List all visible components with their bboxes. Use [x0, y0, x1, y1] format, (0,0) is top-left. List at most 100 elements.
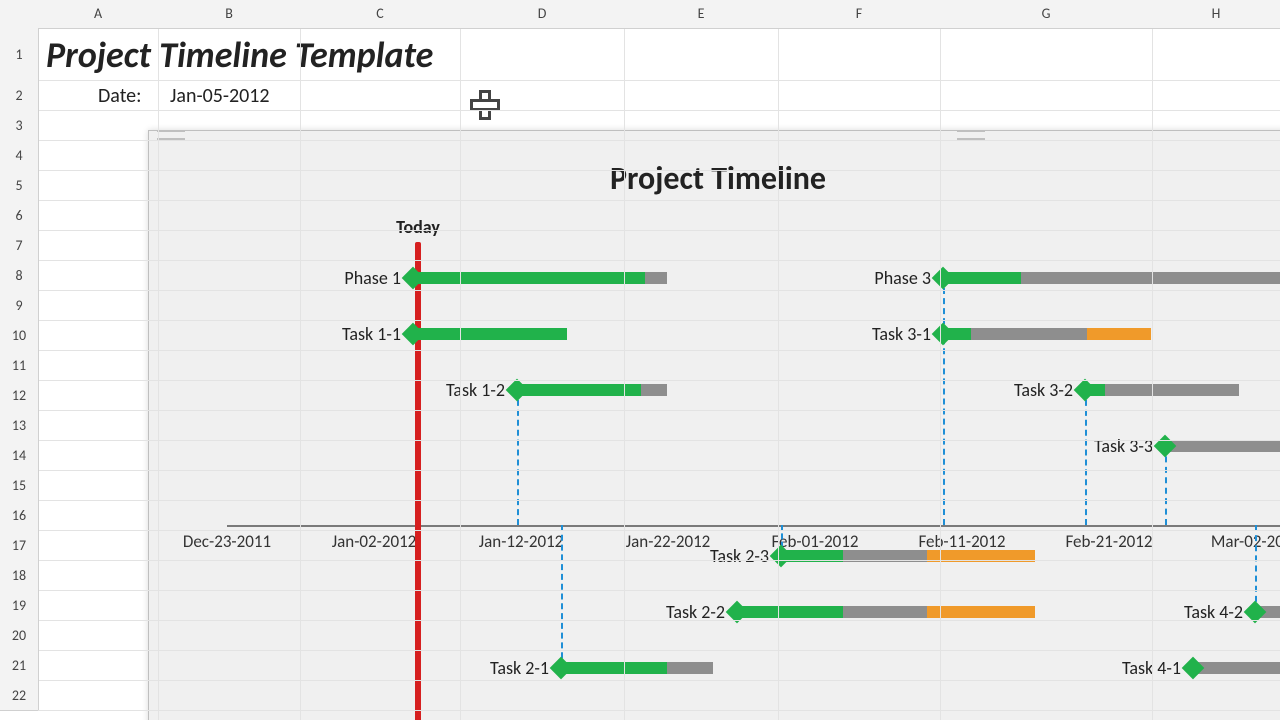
bar-label: Task 3-1 [872, 323, 931, 345]
row-header[interactable]: 4 [0, 140, 39, 171]
gridline [940, 28, 941, 720]
gridline [624, 28, 625, 720]
gridline [158, 28, 159, 720]
date-value[interactable]: Jan-05-2012 [170, 84, 270, 108]
bar-label: Task 2-3 [710, 545, 769, 567]
gridline [38, 500, 1280, 501]
gridline [38, 140, 1280, 141]
today-line [415, 242, 421, 720]
row-header[interactable]: 20 [0, 620, 39, 651]
bar-progress [737, 606, 843, 618]
x-axis [227, 525, 1280, 527]
drop-line [943, 278, 945, 525]
gridline [460, 28, 461, 720]
axis-tick-label: Mar-02-2012 [1211, 531, 1280, 552]
chart-plot-area: Dec-23-2011Jan-02-2012Jan-12-2012Jan-22-… [227, 236, 1280, 720]
gridline [38, 350, 1280, 351]
gridline [38, 200, 1280, 201]
gridline [38, 530, 1280, 531]
gridline [38, 380, 1280, 381]
column-header[interactable]: B [158, 0, 301, 29]
axis-tick-label: Feb-11-2012 [918, 531, 1005, 552]
gridline [38, 410, 1280, 411]
gridline [38, 260, 1280, 261]
row-header[interactable]: 15 [0, 470, 39, 501]
gridline [300, 28, 301, 720]
milestone-diamond-icon [1182, 657, 1205, 680]
row-header[interactable]: 19 [0, 590, 39, 621]
bar-label: Task 1-2 [446, 379, 505, 401]
chart-resize-handle[interactable] [957, 130, 985, 140]
gridline [38, 110, 1280, 111]
column-header[interactable]: A [38, 0, 159, 29]
row-header[interactable]: 10 [0, 320, 39, 351]
milestone-diamond-icon [550, 657, 573, 680]
gridline [38, 320, 1280, 321]
gridline [38, 470, 1280, 471]
gridline [38, 80, 1280, 81]
row-header[interactable]: 1 [0, 28, 39, 81]
row-header[interactable]: 16 [0, 500, 39, 531]
column-header[interactable]: E [624, 0, 779, 29]
date-label: Date: [98, 84, 142, 108]
milestone-diamond-icon [932, 323, 955, 346]
bar-label: Task 3-3 [1094, 435, 1153, 457]
gridline [38, 560, 1280, 561]
bar-duration[interactable] [1085, 384, 1239, 396]
row-header[interactable]: 12 [0, 380, 39, 411]
bar-label: Task 2-1 [490, 657, 549, 679]
row-header[interactable]: 5 [0, 170, 39, 201]
row-header[interactable]: 14 [0, 440, 39, 471]
bar-label: Phase 1 [344, 267, 401, 289]
column-header[interactable]: F [778, 0, 941, 29]
column-header[interactable]: H [1152, 0, 1280, 29]
gridline [38, 680, 1280, 681]
bar-label: Task 1-1 [342, 323, 401, 345]
cell-cursor-icon [470, 90, 496, 116]
row-header[interactable]: 11 [0, 350, 39, 381]
bar-progress [943, 272, 1021, 284]
row-header[interactable]: 3 [0, 110, 39, 141]
row-header[interactable]: 7 [0, 230, 39, 261]
drop-line [1255, 525, 1257, 612]
gridline [38, 710, 1280, 711]
gridline [1152, 28, 1153, 720]
milestone-diamond-icon [1074, 379, 1097, 402]
chart-title: Project Timeline [149, 159, 1280, 198]
select-all-corner[interactable] [0, 0, 39, 29]
row-header[interactable]: 22 [0, 680, 39, 711]
chart-resize-handle[interactable] [157, 130, 185, 140]
gridline [38, 620, 1280, 621]
gridline [38, 590, 1280, 591]
bar-overrun [1087, 328, 1151, 340]
row-header[interactable]: 2 [0, 80, 39, 111]
row-header[interactable]: 9 [0, 290, 39, 321]
axis-tick-label: Jan-22-2012 [626, 531, 711, 552]
milestone-diamond-icon [932, 267, 955, 290]
gridline [38, 440, 1280, 441]
column-header[interactable]: C [300, 0, 461, 29]
row-header[interactable]: 8 [0, 260, 39, 291]
column-header[interactable]: G [940, 0, 1153, 29]
row-header[interactable]: 13 [0, 410, 39, 441]
bar-progress [517, 384, 641, 396]
row-header[interactable]: 17 [0, 530, 39, 561]
milestone-diamond-icon [1154, 435, 1177, 458]
axis-tick-label: Dec-23-2011 [183, 531, 271, 552]
bar-progress [561, 662, 667, 674]
worksheet[interactable]: // deferred render happens after JSON pa… [0, 0, 1280, 720]
bar-duration[interactable] [1193, 662, 1280, 674]
bar-progress [413, 328, 567, 340]
gridline [38, 290, 1280, 291]
bar-label: Phase 3 [874, 267, 931, 289]
gridline [38, 650, 1280, 651]
bar-duration[interactable] [1165, 440, 1280, 452]
axis-tick-label: Feb-21-2012 [1065, 531, 1152, 552]
row-header[interactable]: 6 [0, 200, 39, 231]
row-header[interactable]: 18 [0, 560, 39, 591]
column-header[interactable]: D [460, 0, 625, 29]
drop-line [1165, 446, 1167, 525]
row-header[interactable]: 21 [0, 650, 39, 681]
chart-object[interactable]: Project Timeline Dec-23-2011Jan-02-2012J… [148, 130, 1280, 720]
bar-overrun [927, 606, 1035, 618]
